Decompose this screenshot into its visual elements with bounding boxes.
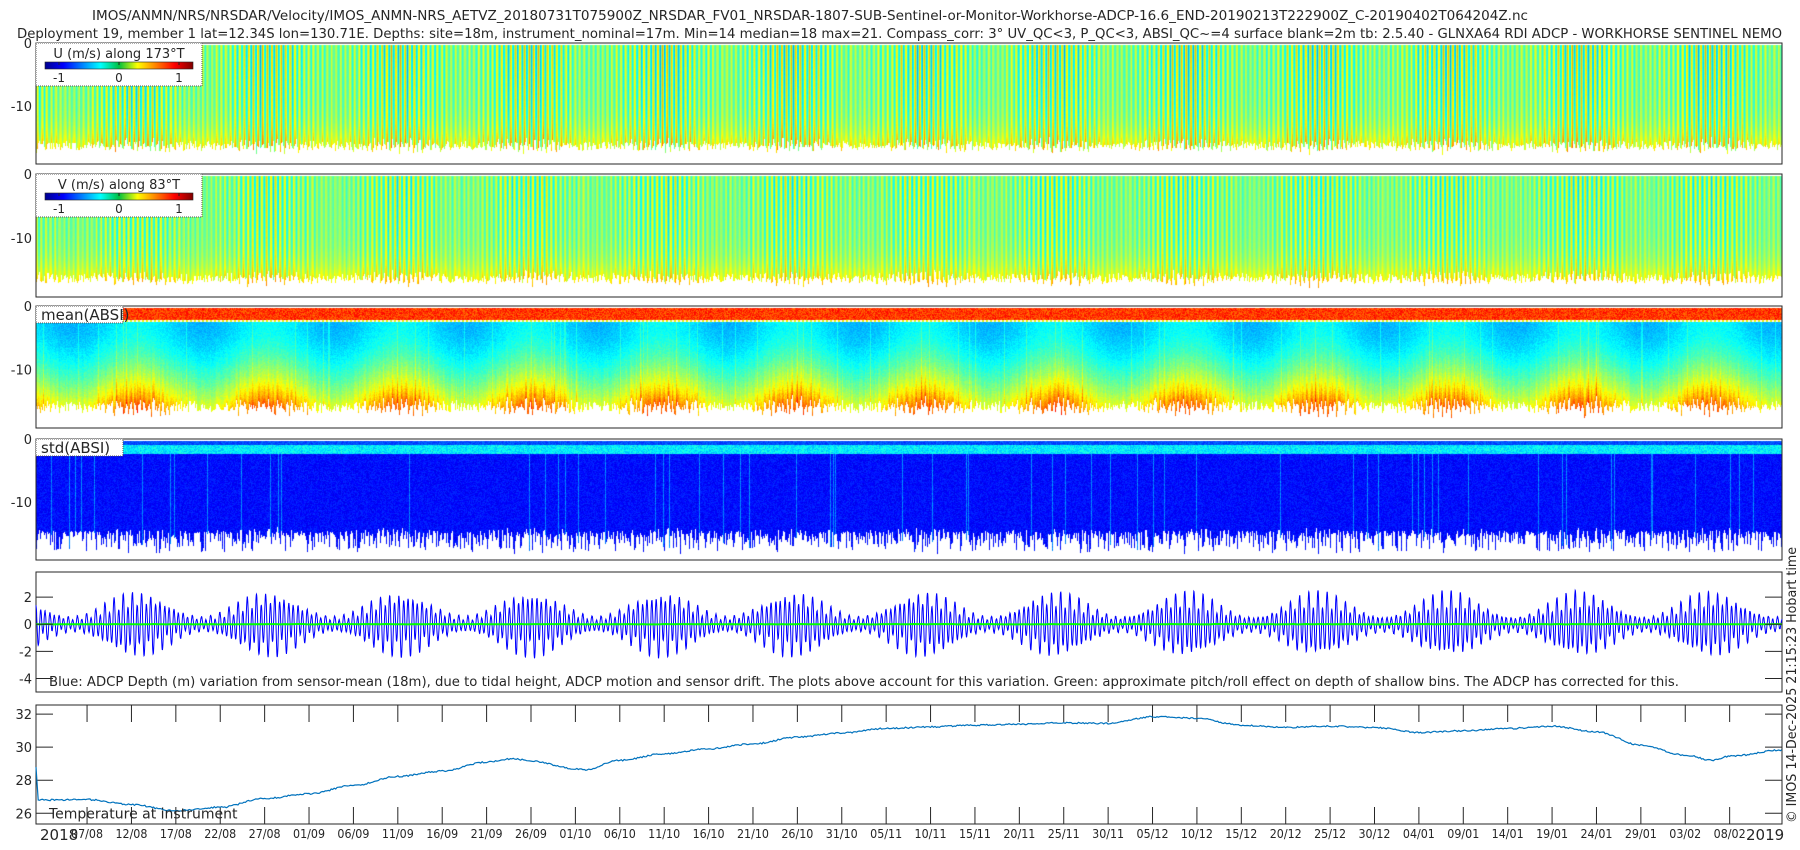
x-tick-label: 26/10 (781, 827, 813, 841)
year-label-start: 2018 (40, 826, 78, 844)
panel-label: mean(ABSI) (41, 306, 129, 324)
x-tick-label: 21/09 (471, 827, 503, 841)
y-tick-label: -2 (19, 645, 32, 660)
x-tick-label: 30/11 (1092, 827, 1124, 841)
x-tick-label: 03/02 (1669, 827, 1701, 841)
colorbar-tick-label: -1 (53, 202, 65, 216)
y-tick-label: 32 (15, 708, 32, 723)
x-tick-label: 06/10 (604, 827, 636, 841)
y-tick-label: 28 (15, 774, 32, 789)
figure: IMOS/ANMN/NRS/NRSDAR/Velocity/IMOS_ANMN-… (0, 0, 1800, 850)
y-tick-label: 0 (24, 433, 32, 448)
colorbar-tick-label: 1 (175, 202, 183, 216)
y-tick-label: -10 (11, 100, 32, 115)
x-tick-label: 08/02 (1714, 827, 1746, 841)
x-tick-label: 04/01 (1403, 827, 1435, 841)
colorbar-tick-label: 0 (115, 202, 123, 216)
x-tick-label: 22/08 (204, 827, 236, 841)
x-tick-label: 31/10 (826, 827, 858, 841)
x-tick-label: 26/09 (515, 827, 547, 841)
x-tick-label: 16/09 (426, 827, 458, 841)
x-tick-label: 05/11 (870, 827, 902, 841)
panel-label: std(ABSI) (41, 439, 110, 457)
x-tick-label: 29/01 (1625, 827, 1657, 841)
y-tick-label: 26 (15, 807, 32, 822)
temperature-panel-axes-box (35, 704, 1783, 825)
x-tick-label: 14/01 (1492, 827, 1524, 841)
x-tick-label: 15/11 (959, 827, 991, 841)
panel-2-axes-box (35, 173, 1783, 298)
x-tick-label: 09/01 (1447, 827, 1479, 841)
figure-title-line1: IMOS/ANMN/NRS/NRSDAR/Velocity/IMOS_ANMN-… (92, 9, 1528, 24)
y-tick-label: 2 (24, 591, 32, 606)
x-tick-label: 01/09 (293, 827, 325, 841)
x-tick-label: 10/12 (1181, 827, 1213, 841)
y-tick-label: 0 (24, 168, 32, 183)
year-label-end: 2019 (1746, 826, 1784, 844)
colorbar-tick-label: -1 (53, 71, 65, 85)
x-tick-label: 01/10 (559, 827, 591, 841)
colorbar-title: V (m/s) along 83°T (58, 178, 180, 193)
depth-panel-axes-box (35, 571, 1783, 693)
x-tick-label: 24/01 (1580, 827, 1612, 841)
credit-text: © IMOS 14-Dec-2025 21:15:23 Hobart time (1785, 547, 1800, 823)
temperature-label: Temperature at instrument (48, 806, 238, 822)
x-tick-label: 27/08 (249, 827, 281, 841)
y-tick-label: 0 (24, 37, 32, 52)
y-tick-label: 0 (24, 618, 32, 633)
x-tick-label: 25/11 (1048, 827, 1080, 841)
colorbar-tick-label: 1 (175, 71, 183, 85)
colorbar-tick-label: 0 (115, 71, 123, 85)
x-tick-label: 06/09 (337, 827, 369, 841)
x-tick-label: 11/09 (382, 827, 414, 841)
y-tick-label: -10 (11, 496, 32, 511)
x-tick-label: 20/12 (1270, 827, 1302, 841)
y-tick-label: 30 (15, 741, 32, 756)
x-tick-label: 12/08 (115, 827, 147, 841)
x-tick-label: 10/11 (915, 827, 947, 841)
depth-annotation: Blue: ADCP Depth (m) variation from sens… (49, 675, 1679, 690)
x-tick-label: 16/10 (693, 827, 725, 841)
x-tick-label: 19/01 (1536, 827, 1568, 841)
figure-title-line2: Deployment 19, member 1 lat=12.34S lon=1… (17, 27, 1782, 42)
figure-overlay: IMOS/ANMN/NRS/NRSDAR/Velocity/IMOS_ANMN-… (11, 9, 1800, 844)
panel-4-axes-box (35, 438, 1783, 561)
y-tick-label: -10 (11, 232, 32, 247)
x-tick-label: 05/12 (1137, 827, 1169, 841)
x-tick-label: 17/08 (160, 827, 192, 841)
x-tick-label: 30/12 (1358, 827, 1390, 841)
panel-3-axes-box (35, 305, 1783, 429)
y-tick-label: 0 (24, 300, 32, 315)
y-tick-label: -4 (19, 672, 32, 687)
x-tick-label: 15/12 (1225, 827, 1257, 841)
x-tick-label: 20/11 (1003, 827, 1035, 841)
colorbar-title: U (m/s) along 173°T (53, 47, 184, 62)
y-tick-label: -10 (11, 364, 32, 379)
x-tick-label: 21/10 (737, 827, 769, 841)
x-tick-label: 25/12 (1314, 827, 1346, 841)
panel-1-axes-box (35, 42, 1783, 165)
x-tick-label: 11/10 (648, 827, 680, 841)
